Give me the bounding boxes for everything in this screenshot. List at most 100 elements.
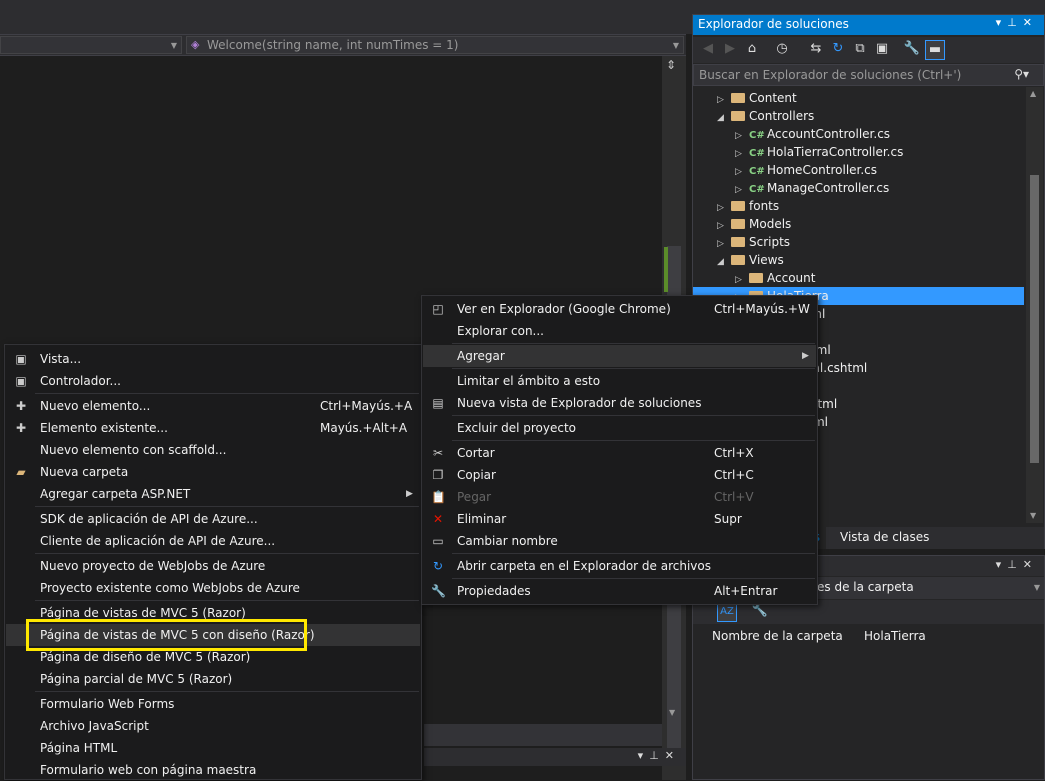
menu-item-shortcut: Ctrl+Mayús.+A — [320, 399, 413, 413]
tree-item[interactable]: ▷ C# AccountController.cs — [693, 125, 1024, 143]
menu-item-nuevo-elemento-con-scaffold[interactable]: Nuevo elemento con scaffold... — [6, 439, 420, 461]
tree-item[interactable]: ▷ Scripts — [693, 233, 1024, 251]
tree-item[interactable]: ▷ C# HolaTierraController.cs — [693, 143, 1024, 161]
sort-alphabetical-icon[interactable]: AZ — [717, 602, 737, 622]
new-folder-icon: ▰ — [16, 465, 26, 479]
menu-item-shortcut: Ctrl+C — [714, 468, 754, 482]
scroll-up-icon[interactable]: ▲ — [1030, 89, 1036, 98]
menu-item-eliminar[interactable]: ✕ Eliminar Supr — [423, 508, 816, 530]
home-icon[interactable]: ⌂ — [743, 40, 761, 58]
property-name: Nombre de la carpeta — [712, 629, 843, 643]
menu-item-ver-en-explorador-google-chrome[interactable]: ◰ Ver en Explorador (Google Chrome) Ctrl+M… — [423, 298, 816, 320]
menu-item-label: Copiar — [457, 468, 496, 482]
menu-item-archivo-javascript[interactable]: Archivo JavaScript — [6, 715, 420, 737]
refresh-icon[interactable]: ↻ — [829, 40, 847, 58]
member-dropdown[interactable]: ◈ Welcome(string name, int numTimes = 1)… — [186, 36, 684, 54]
show-all-files-icon[interactable]: ▣ — [873, 40, 891, 58]
preview-icon[interactable]: ▬ — [925, 40, 945, 60]
search-icon[interactable]: ⚲▾ — [1014, 67, 1029, 81]
menu-separator — [35, 506, 419, 507]
tree-item-label: ManageController.cs — [767, 181, 890, 195]
refresh-icon: ↻ — [432, 559, 444, 573]
menu-item-label: Explorar con... — [457, 324, 544, 338]
menu-item-cambiar-nombre[interactable]: ▭ Cambiar nombre — [423, 530, 816, 552]
menu-item-pagina-parcial-de-mvc-5-razor[interactable]: Página parcial de MVC 5 (Razor) — [6, 668, 420, 690]
chevron-down-icon: ▼ — [170, 41, 177, 50]
chevron-down-icon: ▼ — [672, 41, 679, 50]
menu-item-formulario-web-forms[interactable]: Formulario Web Forms — [6, 693, 420, 715]
method-icon: ◈ — [191, 38, 200, 51]
delete-icon: ✕ — [432, 512, 444, 526]
menu-item-vista[interactable]: ▣ Vista... — [6, 348, 420, 370]
highlight-annotation — [26, 619, 307, 651]
menu-item-agregar[interactable]: Agregar ▶ — [423, 345, 816, 367]
solution-explorer-scrollbar-thumb[interactable] — [1030, 175, 1039, 463]
tree-item[interactable]: ▷ Content — [693, 89, 1024, 107]
tree-item-label: Models — [749, 217, 792, 231]
menu-item-label: Eliminar — [457, 512, 507, 526]
menu-item-nuevo-elemento[interactable]: ✚ Nuevo elemento... Ctrl+Mayús.+A — [6, 395, 420, 417]
menu-item-cortar[interactable]: ✂ Cortar Ctrl+X — [423, 442, 816, 464]
menu-item-label: Ver en Explorador (Google Chrome) — [457, 302, 671, 316]
forward-icon[interactable]: ▶ — [721, 40, 739, 58]
scroll-down-icon[interactable]: ▼ — [1030, 511, 1036, 520]
browser-icon: ◰ — [432, 302, 444, 316]
copy-icon: ❐ — [432, 468, 444, 482]
back-icon[interactable]: ◀ — [699, 40, 717, 58]
change-marker — [664, 247, 668, 292]
menu-item-formulario-web-con-pagina-maestra[interactable]: Formulario web con página maestra — [6, 759, 420, 781]
menu-item-pagina-html[interactable]: Página HTML — [6, 737, 420, 759]
new-item-icon: ✚ — [15, 399, 27, 413]
tree-item[interactable]: ◢ Views — [693, 251, 1024, 269]
submenu-arrow-icon: ▶ — [802, 351, 809, 361]
menu-item-nueva-vista-de-explorador-de-soluciones[interactable]: ▤ Nueva vista de Explorador de soluciones — [423, 392, 816, 414]
paste-icon: 📋 — [431, 490, 446, 504]
folder-icon — [731, 219, 745, 229]
tree-item-label: Views — [749, 253, 784, 267]
menu-item-excluir-del-proyecto[interactable]: Excluir del proyecto — [423, 417, 816, 439]
menu-item-label: Agregar carpeta ASP.NET — [40, 487, 191, 501]
menu-item-proyecto-existente-como-webjobs-de-azure[interactable]: Proyecto existente como WebJobs de Azure — [6, 577, 420, 599]
folder-icon — [749, 273, 763, 283]
tree-item[interactable]: ◢ Controllers — [693, 107, 1024, 125]
menu-item-limitar-el-ambito-a-esto[interactable]: Limitar el ámbito a esto — [423, 370, 816, 392]
menu-item-explorar-con[interactable]: Explorar con... — [423, 320, 816, 342]
menu-item-elemento-existente[interactable]: ✚ Elemento existente... Mayús.+Alt+A — [6, 417, 420, 439]
menu-item-propiedades[interactable]: 🔧 Propiedades Alt+Entrar — [423, 580, 816, 602]
menu-item-controlador[interactable]: ▣ Controlador... — [6, 370, 420, 392]
tree-item[interactable]: ▷ fonts — [693, 197, 1024, 215]
property-row[interactable]: Nombre de la carpeta HolaTierra — [693, 626, 1044, 646]
sync-icon[interactable]: ⇆ — [807, 40, 825, 58]
search-placeholder: Buscar en Explorador de soluciones (Ctrl… — [699, 68, 962, 82]
menu-item-label: Nueva carpeta — [40, 465, 129, 479]
tree-item[interactable]: ▷ C# ManageController.cs — [693, 179, 1024, 197]
menu-item-abrir-carpeta-en-el-explorador-de-archivos[interactable]: ↻ Abrir carpeta en el Explorador de archi… — [423, 555, 816, 577]
menu-item-nueva-carpeta[interactable]: ▰ Nueva carpeta — [6, 461, 420, 483]
menu-item-agregar-carpeta-asp-net[interactable]: Agregar carpeta ASP.NET ▶ — [6, 483, 420, 505]
window-controls-icon[interactable]: ▾⊥✕ — [996, 558, 1038, 571]
solution-explorer-search[interactable]: Buscar en Explorador de soluciones (Ctrl… — [693, 64, 1044, 86]
tree-item-label: HomeController.cs — [767, 163, 878, 177]
history-icon[interactable]: ◷ — [773, 40, 791, 58]
panel-controls-icon[interactable]: ▾⊥✕ — [638, 749, 680, 762]
type-dropdown[interactable]: ▼ — [0, 36, 182, 54]
tree-item[interactable]: ▷ Models — [693, 215, 1024, 233]
scroll-down-icon[interactable]: ▼ — [669, 708, 675, 717]
properties-object-text: es de la carpeta — [817, 580, 914, 594]
split-icon[interactable]: ⇕ — [666, 58, 676, 72]
solution-explorer-scrollbar[interactable]: ▲ ▼ — [1026, 87, 1043, 523]
menu-item-sdk-de-aplicacion-de-api-de-azure[interactable]: SDK de aplicación de API de Azure... — [6, 508, 420, 530]
window-controls-icon[interactable]: ▾⊥✕ — [996, 16, 1038, 29]
menu-item-label: Elemento existente... — [40, 421, 168, 435]
menu-item-nuevo-proyecto-de-webjobs-de-azure[interactable]: Nuevo proyecto de WebJobs de Azure — [6, 555, 420, 577]
menu-item-copiar[interactable]: ❐ Copiar Ctrl+C — [423, 464, 816, 486]
wrench-icon[interactable]: 🔧 — [903, 40, 921, 58]
rename-icon: ▭ — [432, 534, 444, 548]
tree-item[interactable]: ▷ Account — [693, 269, 1024, 287]
tree-item-label: Scripts — [749, 235, 791, 249]
menu-item-cliente-de-aplicacion-de-api-de-azure[interactable]: Cliente de aplicación de API de Azure... — [6, 530, 420, 552]
collapse-all-icon[interactable]: ⧉ — [851, 40, 869, 58]
tab-class-view[interactable]: Vista de clases — [834, 527, 935, 549]
tree-item[interactable]: ▷ C# HomeController.cs — [693, 161, 1024, 179]
menu-item-label: Excluir del proyecto — [457, 421, 576, 435]
